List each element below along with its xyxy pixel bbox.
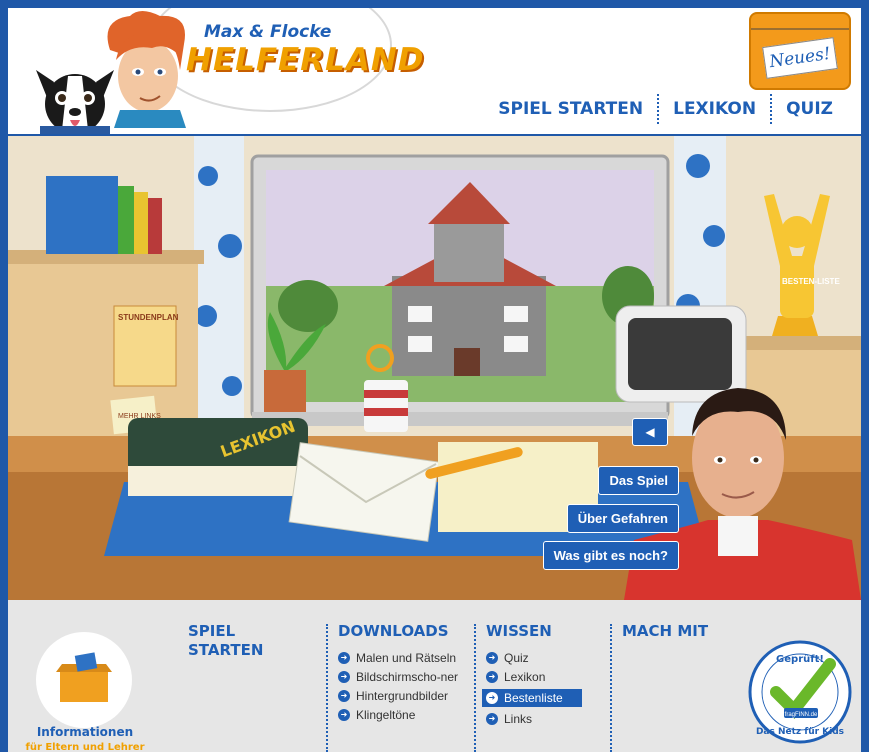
main-nav: SPIEL STARTEN LEXIKON QUIZ — [484, 94, 847, 124]
footer-link[interactable]: ➜ Malen und Rätseln — [338, 651, 468, 665]
footer-divider — [610, 624, 612, 752]
news-button[interactable]: Neues! — [749, 12, 851, 90]
seal-top-text: Geprüft! — [776, 654, 824, 665]
footer-link-active[interactable]: ➜ Bestenliste — [482, 689, 582, 707]
footer-col-spiel-starten: SPIEL STARTEN — [188, 622, 308, 660]
box-icon — [56, 652, 112, 702]
footer: Informationen für Eltern und Lehrer SPIE… — [8, 600, 861, 752]
footer-divider — [326, 624, 328, 752]
arrow-right-icon: ➜ — [338, 690, 350, 702]
logo-title[interactable]: HELFERLAND — [186, 42, 425, 78]
speaker-icon: ◀ — [645, 425, 655, 439]
nav-spiel-starten[interactable]: SPIEL STARTEN — [484, 99, 657, 119]
footer-link[interactable]: ➜ Links — [486, 712, 596, 726]
header: Max & Flocke HELFERLAND Neues! SPIEL STA… — [8, 8, 861, 136]
info-subtitle: für Eltern und Lehrer — [25, 742, 145, 752]
was-gibt-es-noch-button[interactable]: Was gibt es noch? — [542, 541, 679, 570]
footer-link[interactable]: ➜ Lexikon — [486, 670, 596, 684]
nav-quiz[interactable]: QUIZ — [772, 99, 847, 119]
arrow-right-icon: ➜ — [338, 671, 350, 683]
arrow-right-icon: ➜ — [486, 652, 498, 664]
arrow-right-icon: ➜ — [486, 692, 498, 704]
footer-col-mach-mit: MACH MIT — [622, 622, 732, 641]
seal-bottom-text: Das Netz für Kids — [756, 727, 844, 737]
footer-link[interactable]: ➜ Bildschirmscho-ner — [338, 670, 468, 684]
seal-mid-text: fragFINN.de — [785, 712, 818, 718]
trophy-label[interactable]: BESTEN-LISTE — [782, 277, 840, 286]
footer-link[interactable]: ➜ Hintergrundbilder — [338, 689, 468, 703]
info-circle[interactable] — [36, 632, 132, 728]
page-frame: Max & Flocke HELFERLAND Neues! SPIEL STA… — [8, 8, 861, 752]
arrow-right-icon: ➜ — [486, 671, 498, 683]
footer-col-title[interactable]: DOWNLOADS — [338, 622, 468, 641]
dog-character-icon — [36, 70, 114, 136]
timetable-label: STUNDENPLAN — [118, 313, 179, 322]
sound-toggle-button[interactable]: ◀ — [632, 418, 668, 446]
footer-col-title[interactable]: WISSEN — [486, 622, 596, 641]
news-sign: Neues! — [762, 37, 838, 79]
footer-col-title[interactable]: SPIEL STARTEN — [188, 622, 308, 660]
room-scene: STUNDENPLAN MEHR LINKS BESTEN-LISTE LEXI… — [8, 136, 861, 600]
info-title: Informationen — [36, 725, 134, 739]
info-label[interactable]: Informationen für Eltern und Lehrer — [16, 724, 154, 752]
arrow-right-icon: ➜ — [338, 652, 350, 664]
footer-col-wissen: WISSEN ➜ Quiz ➜ Lexikon ➜ Bestenliste ➜ Link… — [482, 622, 596, 731]
room-illustration: STUNDENPLAN MEHR LINKS BESTEN-LISTE LEXI… — [8, 136, 861, 600]
footer-divider — [474, 624, 476, 752]
arrow-right-icon: ➜ — [338, 709, 350, 721]
news-label: Neues! — [768, 43, 832, 73]
logo-subtitle: Max & Flocke — [204, 22, 332, 42]
footer-link[interactable]: ➜ Klingeltöne — [338, 708, 468, 722]
nav-lexikon[interactable]: LEXIKON — [659, 99, 770, 119]
arrow-right-icon: ➜ — [486, 713, 498, 725]
ueber-gefahren-button[interactable]: Über Gefahren — [566, 504, 679, 533]
footer-link[interactable]: ➜ Quiz — [486, 651, 596, 665]
footer-col-title[interactable]: MACH MIT — [622, 622, 732, 641]
footer-col-downloads: DOWNLOADS ➜ Malen und Rätseln ➜ Bildschirm… — [338, 622, 468, 727]
clothesline-icon — [751, 28, 849, 30]
fragfinn-seal-icon[interactable]: Geprüft! fragFINN.de Das Netz für Kids — [748, 640, 852, 744]
das-spiel-button[interactable]: Das Spiel — [598, 466, 679, 495]
